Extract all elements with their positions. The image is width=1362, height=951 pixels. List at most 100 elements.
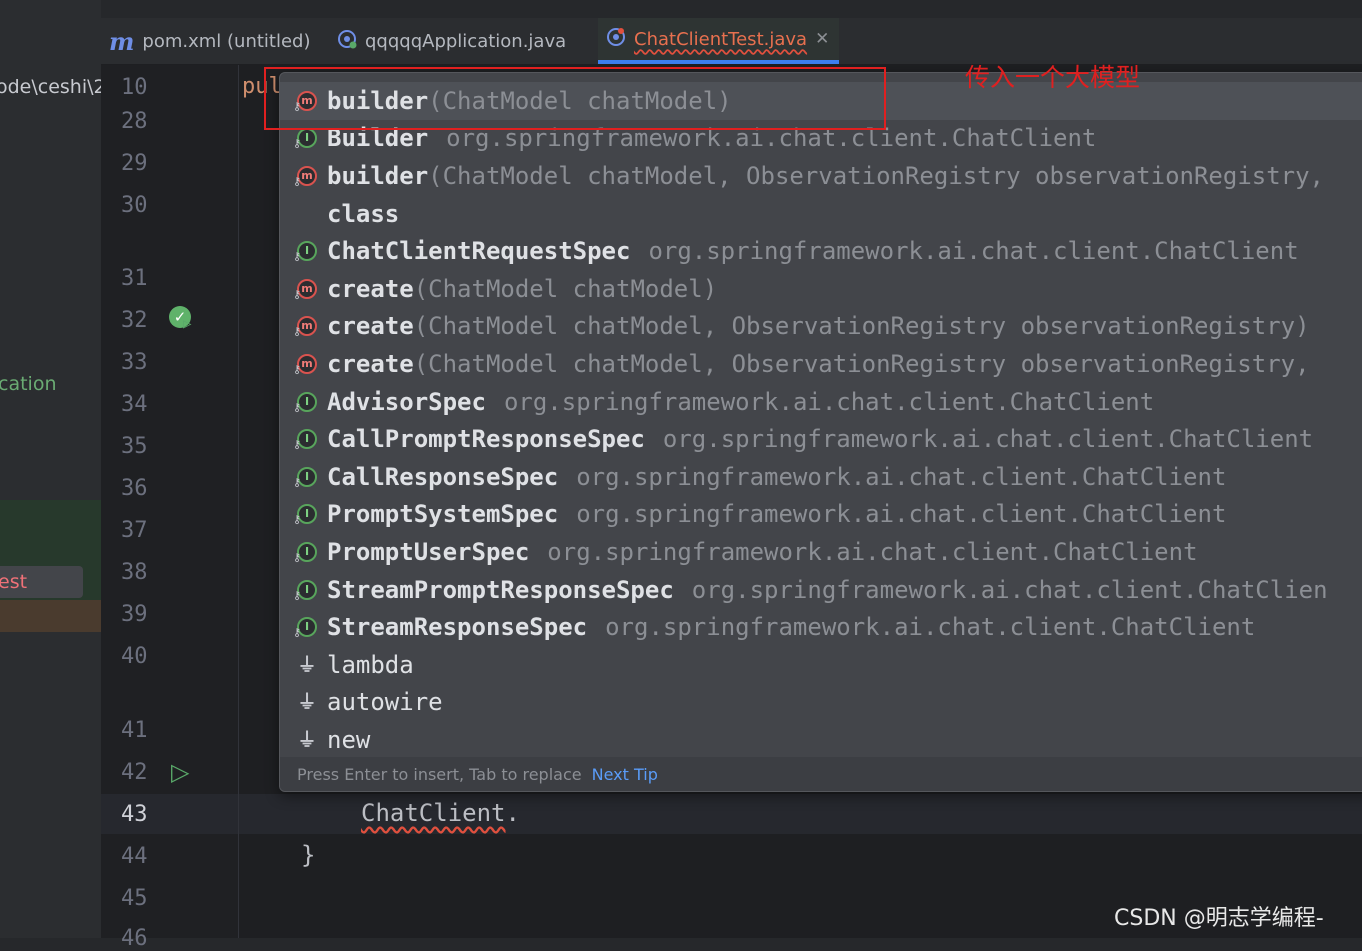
run-icon[interactable]: ▷ <box>183 316 191 332</box>
line-number-current: 43 <box>121 802 148 827</box>
static-icon: ⚷ <box>293 174 302 188</box>
line-number: 35 <box>121 434 148 459</box>
completion-item[interactable]: ⏚ new <box>280 721 1362 759</box>
run-test-icon[interactable]: ▷ <box>171 758 189 786</box>
completion-signature: (ChatModel chatModel, ObservationRegistr… <box>413 349 1310 378</box>
interface-icon: I ⚷ <box>293 541 317 564</box>
completion-item[interactable]: m ⚷ create (ChatModel chatModel, Observatio… <box>280 345 1362 383</box>
completion-signature: (ChatModel chatModel) <box>413 274 718 303</box>
completion-name: AdvisorSpec <box>327 387 486 416</box>
completion-item[interactable]: I ⚷ CallPromptResponseSpec org.springframew… <box>280 420 1362 458</box>
static-icon: ⚷ <box>293 137 302 151</box>
completion-name: create <box>327 312 414 341</box>
static-icon: ⚷ <box>293 400 302 414</box>
static-icon: ⚷ <box>293 588 302 602</box>
current-line-highlight <box>101 794 1362 834</box>
gutter-divider <box>238 65 239 938</box>
tab-chatclienttest-java[interactable]: ChatClientTest.java ✕ <box>598 18 840 64</box>
completion-name: class <box>327 199 400 228</box>
next-tip-link[interactable]: Next Tip <box>592 765 658 784</box>
line-number: 37 <box>121 518 148 543</box>
tab-label: pom.xml (untitled) <box>142 30 311 52</box>
line-number: 46 <box>121 926 148 951</box>
live-template-icon: ⏚ <box>297 653 317 676</box>
completion-item[interactable]: I ⚷ CallResponseSpec org.springframework.ai… <box>280 458 1362 496</box>
static-icon: ⚷ <box>293 626 302 640</box>
completion-name: lambda <box>327 650 414 679</box>
completion-name: PromptSystemSpec <box>327 500 559 529</box>
static-icon: ⚷ <box>293 438 302 452</box>
completion-item[interactable]: m ⚷ builder (ChatModel chatModel, Observati… <box>280 157 1362 195</box>
interface-icon: I ⚷ <box>293 617 317 639</box>
completion-name: ChatClientRequestSpec <box>327 237 631 266</box>
code-completion-popup[interactable]: m ⚷ builder (ChatModel chatModel) I ⚷ Builder o… <box>279 72 1362 792</box>
completion-item[interactable]: I ⚷ ChatClientRequestSpec org.springframewo… <box>280 232 1362 270</box>
completion-item[interactable]: I ⚷ PromptSystemSpec org.springframework.ai… <box>280 496 1362 534</box>
interface-icon: I ⚷ <box>293 466 317 489</box>
completion-hint: Press Enter to insert, Tab to replace <box>297 764 582 784</box>
interface-icon: I ⚷ <box>293 504 317 526</box>
method-icon: m ⚷ <box>293 353 317 376</box>
static-icon: ⚷ <box>293 550 302 564</box>
completion-name: create <box>327 349 414 378</box>
static-icon: ⚷ <box>293 250 302 264</box>
live-template-icon: ⏚ <box>297 691 317 714</box>
completion-name: PromptUserSpec <box>327 537 530 566</box>
completion-package: org.springframework.ai.chat.client.ChatC… <box>576 462 1227 491</box>
line-number: 45 <box>121 886 148 911</box>
close-icon[interactable]: ✕ <box>815 29 829 49</box>
static-icon: ⚷ <box>293 475 302 489</box>
completion-item[interactable]: ⏚ autowire <box>280 684 1362 722</box>
code-class-ref: ChatClient <box>361 799 506 827</box>
code-closing-brace: } <box>301 841 316 869</box>
completion-item[interactable]: I ⚷ StreamPromptResponseSpec org.springfram… <box>280 571 1362 609</box>
annotation-text: 传入一个大模型 <box>965 63 1141 92</box>
tab-label: ChatClientTest.java <box>634 28 808 50</box>
static-icon: ⚷ <box>293 287 302 301</box>
completion-package: org.springframework.ai.chat.client.ChatC… <box>605 613 1256 642</box>
line-number: 33 <box>121 350 148 375</box>
completion-item[interactable]: m ⚷ create (ChatModel chatModel, Observatio… <box>280 308 1362 346</box>
method-icon: m ⚷ <box>293 316 317 338</box>
method-icon: m ⚷ <box>293 278 317 301</box>
test-class-icon <box>606 27 626 52</box>
completion-signature: (ChatModel chatModel, ObservationRegistr… <box>413 312 1310 341</box>
project-item-application[interactable]: cation <box>0 373 56 395</box>
completion-package: org.springframework.ai.chat.client.ChatC… <box>503 387 1155 416</box>
completion-name: autowire <box>327 688 443 717</box>
completion-item[interactable]: I ⚷ StreamResponseSpec org.springframework.… <box>280 608 1362 646</box>
static-icon: ⚷ <box>293 513 302 527</box>
project-error-row[interactable] <box>0 600 101 632</box>
line-number: 29 <box>121 151 148 176</box>
editor-tab-bar: m pom.xml (untitled) qqqqqApplication.ja… <box>101 18 1362 65</box>
completion-item[interactable]: ⏚ lambda <box>280 646 1362 684</box>
completion-package: org.springframework.ai.chat.client.ChatC… <box>648 237 1299 266</box>
completion-item[interactable]: class <box>280 195 1362 233</box>
completion-item[interactable]: I ⚷ AdvisorSpec org.springframework.ai.chat… <box>280 383 1362 421</box>
completion-name: CallResponseSpec <box>327 462 559 491</box>
interface-icon: I ⚷ <box>293 128 317 150</box>
tab-label: qqqqqApplication.java <box>365 30 567 52</box>
method-icon: m ⚷ <box>293 165 317 188</box>
annotation-highlight-box <box>264 67 886 130</box>
completion-name: CallPromptResponseSpec <box>327 425 645 454</box>
tab-pom-xml[interactable]: m pom.xml (untitled) <box>109 18 311 64</box>
project-path[interactable]: ode\ceshi\2 <box>0 76 101 98</box>
maven-icon: m <box>109 26 135 56</box>
completion-name: create <box>327 274 414 303</box>
completion-name: StreamPromptResponseSpec <box>327 575 674 604</box>
completion-name: builder <box>327 161 429 190</box>
completion-name: new <box>327 725 371 754</box>
project-item-test[interactable]: est <box>0 571 27 593</box>
tab-application-java[interactable]: qqqqqApplication.java <box>337 18 566 64</box>
line-number: 36 <box>121 476 148 501</box>
static-icon: ⚷ <box>293 362 302 376</box>
completion-item[interactable]: m ⚷ create (ChatModel chatModel) <box>280 270 1362 308</box>
line-number: 34 <box>121 392 148 417</box>
interface-icon: I ⚷ <box>293 391 317 414</box>
completion-package: org.springframework.ai.chat.client.ChatC… <box>547 537 1198 566</box>
completion-item[interactable]: I ⚷ PromptUserSpec org.springframework.ai.c… <box>280 533 1362 571</box>
completion-name: StreamResponseSpec <box>327 613 588 642</box>
code-current-line[interactable]: ChatClient. <box>361 799 520 827</box>
project-panel: ode\ceshi\2 cation est <box>0 0 101 938</box>
